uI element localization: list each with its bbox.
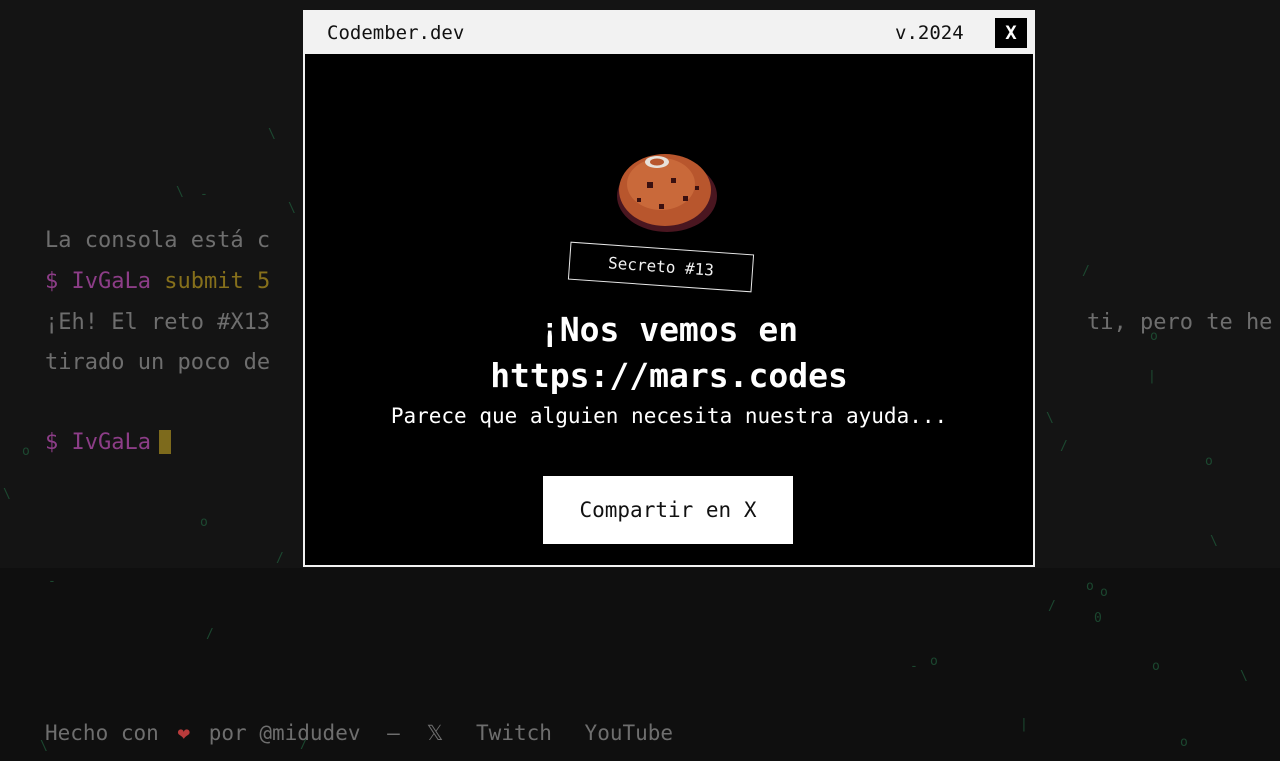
prompt-symbol: $: [45, 269, 59, 294]
rain-glyph: /: [1048, 599, 1056, 614]
rain-glyph: \: [268, 127, 276, 142]
console-input-line[interactable]: $ IvGaLa: [45, 430, 171, 455]
rain-glyph: o: [1100, 585, 1108, 600]
secret-badge: Secreto #13: [567, 241, 755, 293]
youtube-link[interactable]: YouTube: [585, 721, 674, 745]
author-link[interactable]: por @midudev: [209, 721, 361, 745]
rain-glyph: /: [276, 551, 284, 566]
rain-glyph: -: [200, 187, 208, 202]
rain-glyph: |: [1020, 717, 1028, 732]
footer-separator: —: [387, 721, 400, 745]
console-line: La consola está c: [45, 228, 270, 253]
rain-glyph: o: [200, 515, 208, 530]
rain-glyph: o: [930, 654, 938, 669]
rain-glyph: \: [1240, 669, 1248, 684]
rain-glyph: /: [1060, 439, 1068, 454]
rain-glyph: 0: [1094, 611, 1102, 626]
rain-glyph: |: [1148, 369, 1156, 384]
rain-glyph: /: [1082, 264, 1090, 279]
heart-icon: ❤: [177, 721, 191, 745]
console-line: ¡Eh! El reto #X13: [45, 310, 270, 335]
modal-headline-url: https://mars.codes: [490, 356, 848, 395]
console-line: tirado un poco de: [45, 350, 270, 375]
rain-glyph: o: [22, 444, 30, 459]
cookie-icon: [617, 154, 717, 232]
console-text: tirado un poco de: [45, 350, 271, 375]
rain-glyph: \: [1210, 534, 1218, 549]
console-line: $ IvGaLa submit 5: [45, 269, 270, 294]
console-text: ¡Eh! El reto #X13: [45, 310, 271, 335]
x-icon[interactable]: 𝕏: [426, 721, 443, 745]
modal-titlebar: Codember.dev v.2024 X: [305, 12, 1033, 54]
rain-glyph: \: [1046, 411, 1054, 426]
rain-glyph: /: [206, 627, 214, 642]
twitch-link[interactable]: Twitch: [476, 721, 552, 745]
share-on-x-button[interactable]: Compartir en X: [543, 476, 793, 544]
modal-version: v.2024: [895, 22, 964, 44]
rain-glyph: \: [176, 185, 184, 200]
console-user: IvGaLa: [71, 430, 151, 455]
secret-modal: Codember.dev v.2024 X Secreto #13 ¡Nos v…: [303, 10, 1035, 567]
console-text-right: ti, pero te he: [1087, 310, 1273, 335]
console-argument: 5: [256, 269, 271, 294]
text-cursor: [158, 430, 171, 454]
console-user: IvGaLa: [71, 269, 151, 294]
console-command: submit: [164, 269, 244, 294]
rain-glyph: \: [288, 201, 296, 216]
modal-title: Codember.dev: [327, 22, 465, 44]
rain-glyph: -: [48, 574, 56, 589]
footer: Hecho con ❤ por @midudev — 𝕏 Twitch YouT…: [45, 721, 693, 745]
rain-glyph: o: [1086, 579, 1094, 594]
prompt-symbol: $: [45, 430, 59, 455]
rain-glyph: \: [3, 487, 11, 502]
modal-headline: ¡Nos vemos en: [539, 310, 799, 349]
close-button[interactable]: X: [995, 18, 1027, 48]
modal-subtitle: Parece que alguien necesita nuestra ayud…: [390, 404, 948, 428]
rain-glyph: o: [1152, 659, 1160, 674]
rain-glyph: o: [1180, 735, 1188, 750]
console-text: La consola está c: [45, 228, 271, 253]
rain-glyph: -: [910, 659, 918, 674]
rain-glyph: o: [1205, 454, 1213, 469]
footer-made-with: Hecho con: [45, 721, 159, 745]
